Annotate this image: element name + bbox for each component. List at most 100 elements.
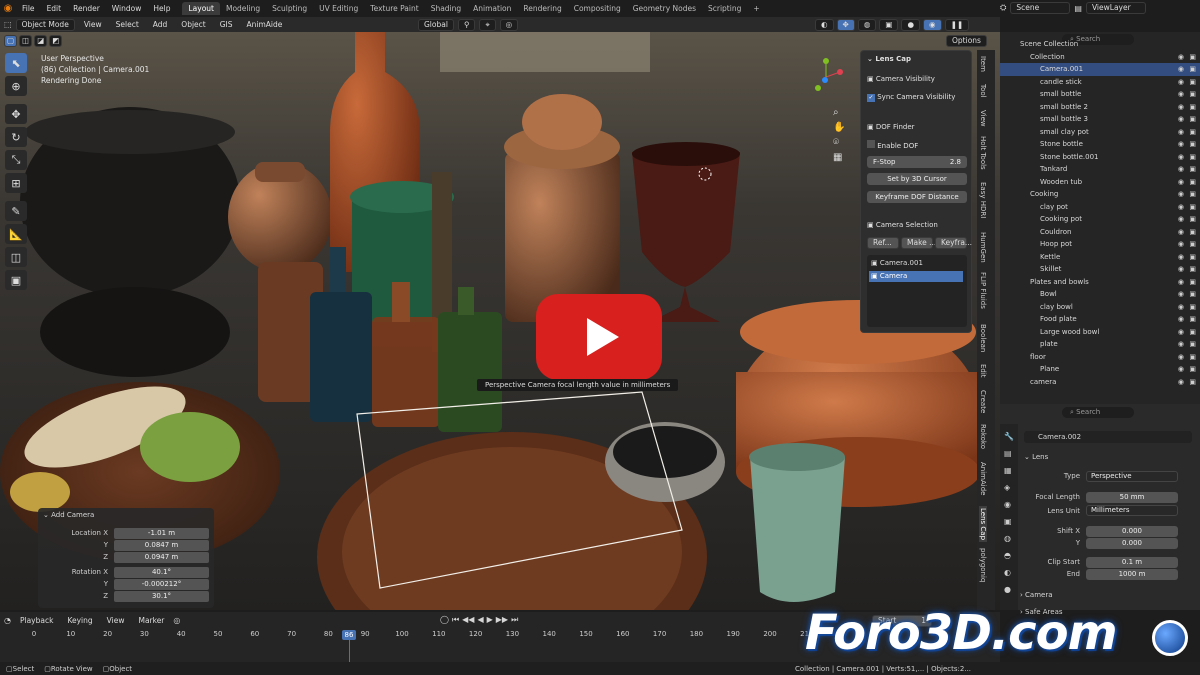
menu-edit[interactable]: Edit: [41, 4, 68, 13]
render-camera-icon[interactable]: ▣: [1189, 301, 1196, 314]
set-3d-cursor-button[interactable]: Set by 3D Cursor: [867, 173, 967, 185]
eye-icon[interactable]: ◉: [1178, 288, 1184, 301]
rotation-z-field[interactable]: 30.1°: [114, 591, 209, 602]
outliner-row[interactable]: Tankard ◉ ▣: [1000, 163, 1200, 176]
tab-polygoniq[interactable]: polygoniq: [979, 548, 987, 582]
viewlayer-selector[interactable]: ViewLayer: [1085, 2, 1146, 14]
menu-animaide[interactable]: AnimAide: [242, 19, 288, 30]
menu-window[interactable]: Window: [106, 4, 148, 13]
menu-render[interactable]: Render: [67, 4, 106, 13]
outliner-row[interactable]: Scene Collection: [1000, 38, 1200, 51]
outliner-row[interactable]: Plane ◉ ▣: [1000, 363, 1200, 376]
select-new-icon[interactable]: ▢: [4, 35, 18, 47]
camera-list-item-selected[interactable]: ▣ Camera: [869, 271, 963, 282]
tab-sculpting[interactable]: Sculpting: [266, 2, 313, 15]
eye-icon[interactable]: ◉: [1178, 376, 1184, 389]
record-icon[interactable]: ◯: [440, 615, 449, 625]
annotate-tool-icon[interactable]: ✎: [5, 201, 27, 221]
outliner-row[interactable]: Skillet ◉ ▣: [1000, 263, 1200, 276]
eye-icon[interactable]: ◉: [1178, 201, 1184, 214]
transform-tool-icon[interactable]: ⊞: [5, 173, 27, 193]
rotate-tool-icon[interactable]: ↻: [5, 127, 27, 147]
outliner-row[interactable]: Stone bottle ◉ ▣: [1000, 138, 1200, 151]
outliner-row[interactable]: Kettle ◉ ▣: [1000, 251, 1200, 264]
keyframe-dof-button[interactable]: Keyframe DOF Distance: [867, 191, 967, 203]
tab-view[interactable]: View: [979, 110, 987, 127]
clip-start-field[interactable]: 0.1 m: [1086, 557, 1178, 568]
prev-key-icon[interactable]: ◀◀: [462, 615, 474, 625]
tab-lens-cap[interactable]: Lens Cap: [979, 506, 987, 543]
render-camera-icon[interactable]: ▣: [1189, 101, 1196, 114]
checkbox-unchecked-icon[interactable]: [867, 140, 875, 148]
menu-add[interactable]: Add: [148, 19, 173, 30]
jump-start-icon[interactable]: ⏮: [452, 615, 459, 625]
tab-layout[interactable]: Layout: [182, 2, 220, 15]
location-y-field[interactable]: 0.0847 m: [114, 540, 209, 551]
outliner-row[interactable]: Camera.001 ◉ ▣: [1000, 63, 1200, 76]
tab-create[interactable]: Create: [979, 390, 987, 413]
cursor-tool-icon[interactable]: ⊕: [5, 76, 27, 96]
eye-icon[interactable]: ◉: [1178, 188, 1184, 201]
gizmo-icon[interactable]: ✥: [836, 18, 855, 31]
outliner-row[interactable]: clay pot ◉ ▣: [1000, 201, 1200, 214]
pause-icon[interactable]: ❚❚: [944, 18, 970, 31]
location-z-field[interactable]: 0.0947 m: [114, 552, 209, 563]
render-camera-icon[interactable]: ▣: [1189, 151, 1196, 164]
camera-view-icon[interactable]: ⌾: [833, 137, 845, 148]
current-frame-indicator[interactable]: 86: [342, 630, 356, 640]
menu-gis[interactable]: GIS: [215, 19, 238, 30]
tab-compositing[interactable]: Compositing: [568, 2, 627, 15]
menu-file[interactable]: File: [16, 4, 41, 13]
pan-hand-icon[interactable]: ✋: [833, 122, 845, 133]
clip-end-field[interactable]: 1000 m: [1086, 569, 1178, 580]
checkbox-checked-icon[interactable]: ✓: [867, 94, 875, 102]
enable-dof-checkbox[interactable]: Enable DOF: [867, 140, 918, 150]
render-camera-icon[interactable]: ▣: [1189, 76, 1196, 89]
menu-help[interactable]: Help: [147, 4, 176, 13]
scale-tool-icon[interactable]: ⤡: [5, 150, 27, 170]
eye-icon[interactable]: ◉: [1178, 126, 1184, 139]
tab-shading[interactable]: Shading: [425, 2, 467, 15]
properties-search[interactable]: ⌕ Search: [1062, 407, 1134, 418]
lens-unit-dropdown[interactable]: Millimeters: [1086, 505, 1178, 516]
render-camera-icon[interactable]: ▣: [1189, 163, 1196, 176]
add-workspace-icon[interactable]: +: [747, 2, 765, 15]
rotation-y-field[interactable]: -0.000212°: [114, 579, 209, 590]
outliner-row[interactable]: small bottle 3 ◉ ▣: [1000, 113, 1200, 126]
render-camera-icon[interactable]: ▣: [1189, 376, 1196, 389]
outliner-row[interactable]: Collection ◉ ▣: [1000, 51, 1200, 64]
add-object-tool-icon[interactable]: ▣: [5, 270, 27, 290]
outliner-row[interactable]: small clay pot ◉ ▣: [1000, 126, 1200, 139]
render-camera-icon[interactable]: ▣: [1189, 276, 1196, 289]
render-camera-icon[interactable]: ▣: [1189, 326, 1196, 339]
tab-texture-paint[interactable]: Texture Paint: [364, 2, 424, 15]
editor-type-icon[interactable]: ⬚: [4, 20, 12, 29]
eye-icon[interactable]: ◉: [1178, 238, 1184, 251]
location-x-field[interactable]: -1.01 m: [114, 528, 209, 539]
shift-x-field[interactable]: 0.000: [1086, 526, 1178, 537]
grid-view-icon[interactable]: ▦: [833, 152, 845, 163]
play-icon[interactable]: ▶: [487, 615, 493, 625]
select-tool-icon[interactable]: ⬉: [5, 53, 27, 73]
play-reverse-icon[interactable]: ◀: [477, 615, 483, 625]
outliner-row[interactable]: Stone bottle.001 ◉ ▣: [1000, 151, 1200, 164]
outliner-row[interactable]: Cooking ◉ ▣: [1000, 188, 1200, 201]
eye-icon[interactable]: ◉: [1178, 263, 1184, 276]
outliner-row[interactable]: Plates and bowls ◉ ▣: [1000, 276, 1200, 289]
eye-icon[interactable]: ◉: [1178, 313, 1184, 326]
render-camera-icon[interactable]: ▣: [1189, 188, 1196, 201]
render-camera-icon[interactable]: ▣: [1189, 338, 1196, 351]
render-camera-icon[interactable]: ▣: [1189, 63, 1196, 76]
render-camera-icon[interactable]: ▣: [1189, 226, 1196, 239]
render-camera-icon[interactable]: ▣: [1189, 213, 1196, 226]
select-subtract-icon[interactable]: ◪: [34, 35, 48, 47]
menu-select[interactable]: Select: [111, 19, 144, 30]
eye-icon[interactable]: ◉: [1178, 338, 1184, 351]
playback-menu[interactable]: Playback: [15, 615, 58, 626]
move-tool-icon[interactable]: ✥: [5, 104, 27, 124]
eye-icon[interactable]: ◉: [1178, 63, 1184, 76]
next-key-icon[interactable]: ▶▶: [496, 615, 508, 625]
snap-icon[interactable]: ⌖: [479, 18, 496, 31]
tab-geometry-nodes[interactable]: Geometry Nodes: [627, 2, 702, 15]
tab-rokoko[interactable]: Rokoko: [979, 424, 987, 449]
